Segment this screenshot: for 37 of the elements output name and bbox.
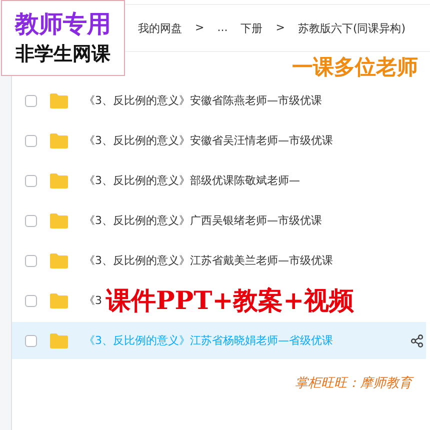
badge-title: 教师专用 xyxy=(15,9,111,39)
file-name[interactable]: 《3、反比例的意义》江苏省戴美兰老师—市级优课 xyxy=(84,253,333,268)
breadcrumb-item[interactable]: ... xyxy=(217,20,228,36)
file-row[interactable]: 《3、反比例的意义》江苏省戴美兰老师—市级优课 xyxy=(12,242,426,279)
folder-icon xyxy=(49,332,69,348)
breadcrumb-item[interactable]: 我的网盘 xyxy=(138,20,182,36)
slogan-text: 一课多位老师 xyxy=(292,53,418,81)
folder-icon xyxy=(49,292,69,308)
file-row[interactable]: 《3、反比例的意义》安徽省陈燕老师—市级优课 xyxy=(12,82,426,119)
folder-icon xyxy=(49,252,69,268)
file-name[interactable]: 《3、反比例的意义》安徽省陈燕老师—市级优课 xyxy=(84,93,322,108)
promo-banner-text: 课件PPT+教案+视频 xyxy=(106,286,354,316)
share-icon[interactable] xyxy=(410,334,424,348)
checkbox[interactable] xyxy=(25,334,37,346)
file-row[interactable]: 《3、反比例的意义》广西吴银绪老师—市级优课 xyxy=(12,202,426,239)
badge-subtitle: 非学生网课 xyxy=(16,42,110,67)
checkbox[interactable] xyxy=(25,174,37,186)
file-name[interactable]: 《3、反比例的意义》安徽省吴汪情老师—市级优课 xyxy=(84,133,333,148)
breadcrumb-item[interactable]: > xyxy=(195,20,204,36)
folder-icon xyxy=(49,92,69,108)
file-row[interactable]: 《3、反比例的意义》安徽省吴汪情老师—市级优课 xyxy=(12,122,426,159)
checkbox[interactable] xyxy=(25,214,37,226)
shop-note: 掌柜旺旺：摩师教育 xyxy=(295,374,412,392)
checkbox[interactable] xyxy=(25,94,37,106)
breadcrumb-item[interactable]: 下册 xyxy=(240,20,263,36)
breadcrumb-item[interactable]: > xyxy=(276,20,285,36)
file-name[interactable]: 《3、反比例的意义》广西吴银绪老师—市级优课 xyxy=(84,213,322,228)
file-name[interactable]: 《3 xyxy=(84,293,102,308)
checkbox[interactable] xyxy=(25,294,37,306)
breadcrumb-item[interactable]: 苏教版六下(同课异构) xyxy=(298,20,406,36)
file-name[interactable]: 《3、反比例的意义》部级优课陈敬斌老师— xyxy=(84,173,300,188)
folder-icon xyxy=(49,172,69,188)
checkbox[interactable] xyxy=(25,134,37,146)
file-row[interactable]: 《3、反比例的意义》部级优课陈敬斌老师— xyxy=(12,162,426,199)
folder-icon xyxy=(49,132,69,148)
checkbox[interactable] xyxy=(25,254,37,266)
folder-icon xyxy=(49,212,69,228)
